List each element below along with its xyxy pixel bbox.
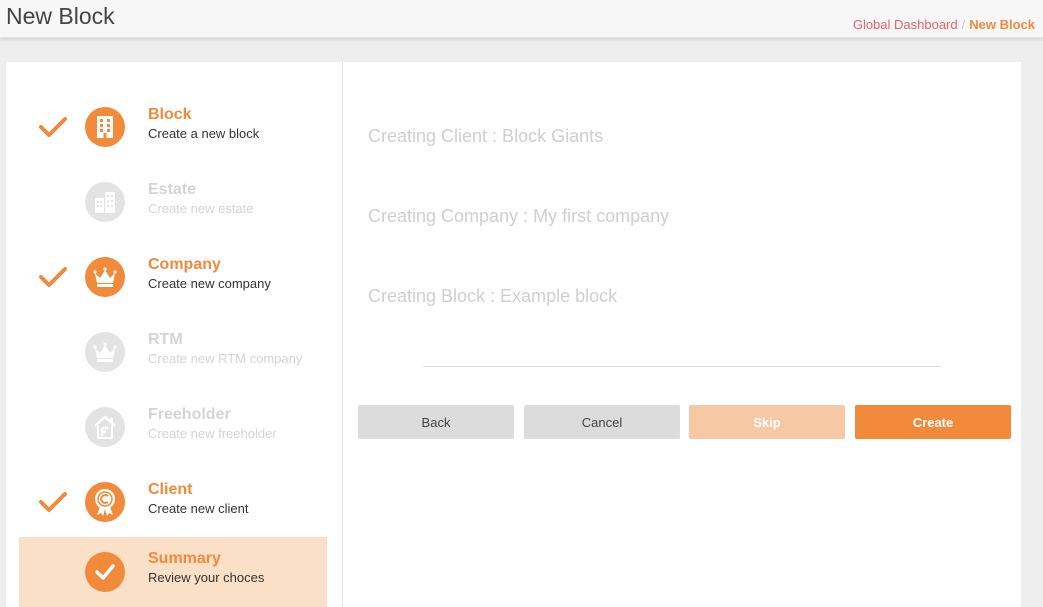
summary-company: Creating Company : My first company — [368, 206, 670, 226]
step-company-circle — [85, 257, 125, 297]
step-rtm-circle — [85, 332, 125, 372]
step-client-subtitle: Create new client — [148, 501, 249, 516]
step-summary-subtitle: Review your choces — [148, 570, 265, 585]
summary-client: Creating Client : Block Giants — [368, 126, 604, 146]
step-freeholder-title: Freeholder — [148, 406, 231, 423]
crown-icon — [93, 267, 117, 287]
step-client[interactable]: Client Create new client — [19, 467, 327, 537]
check-icon — [39, 267, 67, 287]
estate-icon — [95, 192, 115, 213]
breadcrumb-separator: / — [961, 17, 966, 32]
check-icon — [39, 117, 67, 137]
step-summary[interactable]: Summary Review your choces — [19, 537, 327, 607]
step-freeholder-subtitle: Create new freeholder — [148, 426, 277, 441]
step-freeholder[interactable]: Freeholder Create new freeholder — [19, 392, 327, 462]
check-icon — [95, 564, 115, 580]
wizard-steps: Block Create a new block Estate Create n… — [6, 62, 343, 607]
create-button[interactable]: Create — [855, 405, 1011, 439]
breadcrumb: Global Dashboard / New Block — [853, 17, 1035, 32]
step-estate[interactable]: Estate Create new estate — [19, 167, 327, 237]
client-badge-icon — [95, 489, 115, 516]
step-block-circle — [85, 107, 125, 147]
crown-icon — [93, 342, 117, 362]
step-estate-circle — [85, 182, 125, 222]
summary-block: Creating Block : Example block — [368, 286, 618, 306]
step-summary-circle — [85, 552, 125, 592]
divider — [423, 366, 941, 367]
step-estate-subtitle: Create new estate — [148, 201, 254, 216]
back-button[interactable]: Back — [358, 405, 514, 439]
step-block-title: Block — [148, 106, 192, 123]
step-client-title: Client — [148, 481, 193, 498]
step-company-subtitle: Create new company — [148, 276, 271, 291]
step-summary-title: Summary — [148, 550, 221, 567]
page-title: New Block — [6, 3, 115, 29]
step-rtm[interactable]: RTM Create new RTM company — [19, 317, 327, 387]
step-estate-title: Estate — [148, 181, 197, 198]
step-rtm-title: RTM — [148, 331, 183, 348]
step-client-circle — [85, 482, 125, 522]
skip-button[interactable]: Skip — [689, 405, 845, 439]
step-company[interactable]: Company Create new company — [19, 242, 327, 312]
wizard-panel: Block Create a new block Estate Create n… — [6, 62, 1021, 607]
building-icon — [97, 116, 113, 138]
step-block[interactable]: Block Create a new block — [19, 92, 327, 162]
step-rtm-subtitle: Create new RTM company — [148, 351, 303, 366]
freeholder-house-icon — [94, 415, 116, 439]
step-company-title: Company — [148, 256, 221, 273]
cancel-button[interactable]: Cancel — [524, 405, 680, 439]
breadcrumb-current: New Block — [969, 17, 1035, 32]
top-bar: New Block Global Dashboard / New Block — [0, 0, 1043, 38]
check-icon — [39, 492, 67, 512]
breadcrumb-global-dashboard-link[interactable]: Global Dashboard — [853, 17, 958, 32]
step-freeholder-circle — [85, 407, 125, 447]
step-block-subtitle: Create a new block — [148, 126, 260, 141]
